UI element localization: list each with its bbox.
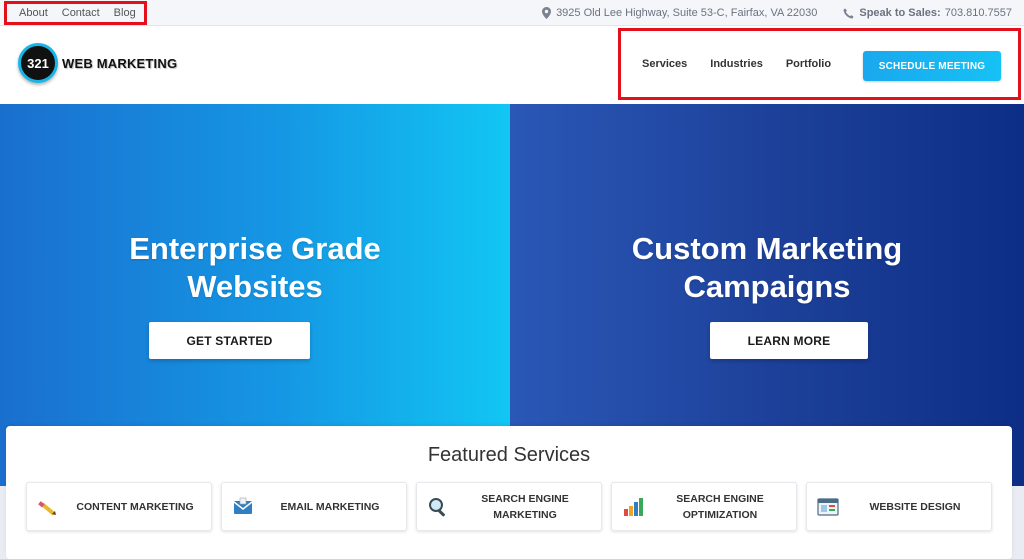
contact-info: 3925 Old Lee Highway, Suite 53-C, Fairfa…: [516, 0, 1012, 26]
nav-industries[interactable]: Industries: [710, 58, 763, 70]
service-card-search-engine-optimization[interactable]: SEARCH ENGINE OPTIMIZATION: [611, 482, 797, 531]
schedule-meeting-button[interactable]: SCHEDULE MEETING: [863, 51, 1001, 81]
phone-icon: [843, 8, 854, 18]
address-item: 3925 Old Lee Highway, Suite 53-C, Fairfa…: [542, 7, 817, 19]
nav-services[interactable]: Services: [642, 58, 687, 70]
featured-services-section: Featured Services CONTENT MARKETING EMAI…: [6, 426, 1012, 559]
top-links-group: About Contact Blog: [4, 1, 147, 25]
featured-services-heading: Featured Services: [427, 444, 591, 466]
learn-more-button[interactable]: LEARN MORE: [710, 322, 868, 359]
hero-campaigns-title: Custom Marketing Campaigns: [510, 230, 1024, 306]
nav-portfolio[interactable]: Portfolio: [786, 58, 831, 70]
pencil-icon: [38, 501, 56, 516]
service-card-label-line2: OPTIMIZATION: [682, 508, 758, 521]
envelope-icon: [233, 497, 253, 514]
service-card-content-marketing[interactable]: CONTENT MARKETING: [26, 482, 212, 531]
sales-label: Speak to Sales:: [859, 7, 941, 19]
top-link-about[interactable]: About: [19, 7, 48, 19]
main-nav-group: Services Industries Portfolio SCHEDULE M…: [618, 28, 1021, 100]
service-card-label-line1: EMAIL MARKETING: [280, 500, 380, 513]
site-logo[interactable]: 321 WEB MARKETING: [18, 43, 177, 83]
browser-window-icon: [817, 498, 839, 516]
top-utility-bar: About Contact Blog 3925 Old Lee Highway,…: [0, 0, 1024, 26]
logo-text: WEB MARKETING: [62, 55, 178, 71]
main-nav: Services Industries Portfolio: [642, 31, 854, 97]
magnifier-icon: [429, 498, 445, 517]
service-card-label-line1: WEBSITE DESIGN: [869, 500, 961, 513]
hero-campaigns-title-line1: Custom Marketing: [631, 231, 903, 266]
site-header: 321 WEB MARKETING Services Industries Po…: [0, 26, 1024, 104]
hero-campaigns-title-line2: Campaigns: [683, 269, 851, 304]
top-link-blog[interactable]: Blog: [114, 7, 136, 19]
service-card-label-line1: SEARCH ENGINE: [676, 492, 764, 505]
hero-websites-title: Enterprise Grade Websites: [0, 230, 510, 306]
sales-phone[interactable]: 703.810.7557: [945, 7, 1012, 19]
bar-chart-icon: [624, 498, 643, 516]
logo-badge: 321: [18, 43, 58, 83]
service-card-website-design[interactable]: WEBSITE DESIGN: [806, 482, 992, 531]
service-card-label-line1: CONTENT MARKETING: [76, 500, 194, 513]
hero-websites-title-line1: Enterprise Grade: [129, 231, 381, 266]
sales-item[interactable]: Speak to Sales: 703.810.7557: [843, 7, 1012, 19]
address-text: 3925 Old Lee Highway, Suite 53-C, Fairfa…: [556, 7, 818, 19]
service-card-label-line1: SEARCH ENGINE: [481, 492, 569, 505]
top-link-contact[interactable]: Contact: [62, 7, 100, 19]
hero-websites-title-line2: Websites: [187, 269, 323, 304]
service-cards: CONTENT MARKETING EMAIL MARKETING SEARCH…: [26, 482, 1001, 531]
map-pin-icon: [542, 7, 552, 19]
service-card-email-marketing[interactable]: EMAIL MARKETING: [221, 482, 407, 531]
service-card-search-engine-marketing[interactable]: SEARCH ENGINE MARKETING: [416, 482, 602, 531]
service-card-label-line2: MARKETING: [493, 508, 557, 521]
get-started-button[interactable]: GET STARTED: [149, 322, 310, 359]
